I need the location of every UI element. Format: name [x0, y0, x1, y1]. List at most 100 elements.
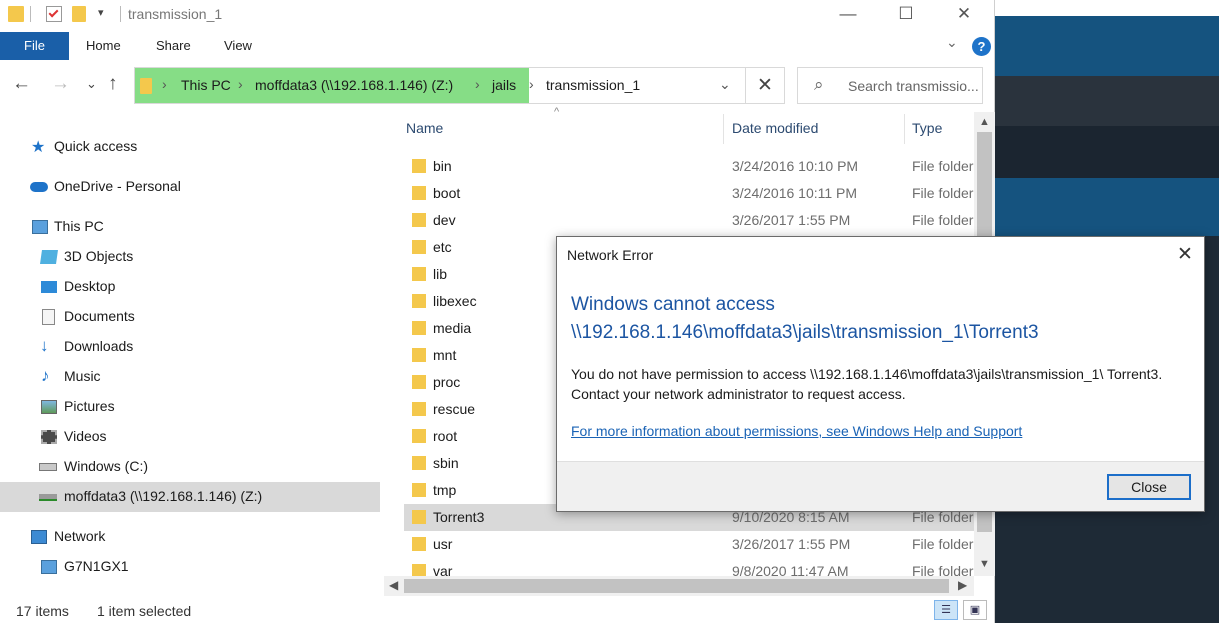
column-header-type[interactable]: Type — [912, 120, 942, 136]
nav-item-label: moffdata3 (\\192.168.1.146) (Z:) — [64, 488, 263, 504]
large-icons-view-icon[interactable]: ▣ — [963, 600, 987, 620]
dialog-footer: Close — [557, 461, 1204, 511]
file-type: File folder — [912, 563, 974, 576]
music-icon: ♪ — [41, 366, 50, 385]
nav-item-documents[interactable]: Documents — [0, 302, 380, 332]
nav-item-onedrive[interactable]: OneDrive - Personal — [0, 172, 380, 202]
file-name: bin — [433, 158, 452, 174]
breadcrumb-moffdata3[interactable]: moffdata3 (\\192.168.1.146) (Z:) — [255, 77, 453, 93]
folder-icon — [412, 456, 426, 470]
file-type: File folder — [912, 158, 974, 174]
table-row[interactable]: bin 3/24/2016 10:10 PM File folder — [404, 153, 974, 180]
recent-locations-button[interactable]: ⌄ — [86, 76, 97, 92]
file-name: dev — [433, 212, 456, 228]
nav-item-pictures[interactable]: Pictures — [0, 392, 380, 422]
folder-icon — [412, 375, 426, 389]
nav-item-3d-objects[interactable]: 3D Objects — [0, 242, 380, 272]
nav-item-network[interactable]: Network — [0, 522, 380, 552]
file-name: tmp — [433, 482, 457, 498]
file-date: 3/26/2017 1:55 PM — [732, 212, 851, 228]
chevron-right-icon[interactable]: › — [238, 76, 243, 92]
nav-item-quick-access[interactable]: ★ Quick access — [0, 132, 380, 162]
file-date: 3/26/2017 1:55 PM — [732, 536, 851, 552]
nav-item-label: 3D Objects — [64, 248, 134, 264]
scroll-thumb[interactable] — [404, 579, 949, 593]
file-name: root — [433, 428, 458, 444]
forward-button[interactable]: → — [51, 73, 70, 95]
drive-icon — [39, 463, 57, 471]
horizontal-scrollbar[interactable]: ◀ ▶ — [384, 576, 974, 596]
clear-address-button[interactable]: ✕ — [746, 67, 785, 104]
title-bar: ▾ transmission_1 — ☐ ✕ — [0, 0, 995, 30]
tab-file[interactable]: File — [0, 32, 69, 60]
file-name: var — [433, 563, 453, 576]
file-name: etc — [433, 239, 452, 255]
table-row[interactable]: usr 3/26/2017 1:55 PM File folder — [404, 531, 974, 558]
folder-icon — [412, 429, 426, 443]
tab-home[interactable]: Home — [86, 32, 121, 60]
minimize-button[interactable]: — — [819, 0, 877, 30]
file-name: proc — [433, 374, 461, 390]
window-title: transmission_1 — [128, 6, 223, 22]
file-type: File folder — [912, 536, 974, 552]
file-name: sbin — [433, 455, 459, 471]
nav-item-windows-c[interactable]: Windows (C:) — [0, 452, 380, 482]
address-bar[interactable]: › This PC › moffdata3 (\\192.168.1.146) … — [134, 67, 746, 104]
scroll-left-icon[interactable]: ◀ — [389, 578, 398, 592]
nav-item-label: Videos — [64, 428, 107, 444]
customize-quick-access-icon[interactable]: ▾ — [98, 6, 104, 19]
folder-icon — [412, 213, 426, 227]
nav-item-label: Quick access — [54, 138, 138, 154]
table-row[interactable]: var 9/8/2020 11:47 AM File folder — [404, 558, 974, 576]
nav-item-g7n1gx1[interactable]: G7N1GX1 — [0, 552, 380, 582]
dialog-close-icon[interactable]: ✕ — [1169, 241, 1201, 269]
chevron-down-icon[interactable]: ⌄ — [719, 76, 731, 93]
search-input[interactable]: Search transmissio... — [848, 78, 982, 94]
file-name: Torrent3 — [433, 509, 485, 525]
desktop-icon — [41, 281, 57, 293]
table-row[interactable]: boot 3/24/2016 10:11 PM File folder — [404, 180, 974, 207]
chevron-right-icon[interactable]: › — [475, 76, 480, 92]
breadcrumb-this-pc[interactable]: This PC — [181, 77, 231, 93]
help-icon[interactable]: ? — [972, 37, 991, 56]
nav-item-label: Pictures — [64, 398, 115, 414]
details-view-icon[interactable]: ☰ — [934, 600, 958, 620]
nav-item-label: G7N1GX1 — [64, 558, 129, 574]
nav-item-videos[interactable]: Videos — [0, 422, 380, 452]
properties-icon[interactable] — [46, 6, 62, 22]
scroll-up-icon[interactable]: ▲ — [979, 116, 990, 128]
chevron-right-icon[interactable]: › — [162, 76, 167, 92]
scroll-down-icon[interactable]: ▼ — [979, 558, 990, 570]
pictures-icon — [41, 400, 57, 414]
close-dialog-button[interactable]: Close — [1107, 474, 1191, 500]
column-header-name[interactable]: Name — [406, 120, 443, 136]
folder-icon — [412, 321, 426, 335]
nav-item-label: Desktop — [64, 278, 116, 294]
close-button[interactable]: ✕ — [935, 0, 993, 30]
nav-item-label: Downloads — [64, 338, 134, 354]
nav-item-music[interactable]: ♪ Music — [0, 362, 380, 392]
breadcrumb-transmission[interactable]: transmission_1 — [546, 77, 640, 93]
breadcrumb-jails[interactable]: jails — [492, 77, 516, 93]
column-header-date[interactable]: Date modified — [732, 120, 818, 136]
folder-icon — [412, 186, 426, 200]
table-row[interactable]: dev 3/26/2017 1:55 PM File folder — [404, 207, 974, 234]
up-button[interactable]: ↑ — [108, 73, 118, 95]
new-folder-icon[interactable] — [72, 6, 86, 22]
back-button[interactable]: ← — [12, 73, 31, 95]
tab-view[interactable]: View — [224, 32, 252, 60]
nav-item-this-pc[interactable]: This PC — [0, 212, 380, 242]
help-link[interactable]: For more information about permissions, … — [571, 423, 1022, 439]
file-name: mnt — [433, 347, 457, 363]
nav-item-downloads[interactable]: ↓ Downloads — [0, 332, 380, 362]
nav-item-desktop[interactable]: Desktop — [0, 272, 380, 302]
dialog-message: You do not have permission to access \\1… — [571, 366, 1163, 402]
tab-share[interactable]: Share — [156, 32, 191, 60]
search-box[interactable]: ⌕ Search transmissio... — [797, 67, 983, 104]
ribbon-expand-icon[interactable]: ⌄ — [946, 34, 958, 51]
file-name: usr — [433, 536, 453, 552]
maximize-button[interactable]: ☐ — [877, 0, 935, 30]
scroll-right-icon[interactable]: ▶ — [958, 578, 967, 592]
nav-item-moffdata3[interactable]: moffdata3 (\\192.168.1.146) (Z:) — [0, 482, 380, 512]
chevron-right-icon[interactable]: › — [529, 76, 534, 92]
